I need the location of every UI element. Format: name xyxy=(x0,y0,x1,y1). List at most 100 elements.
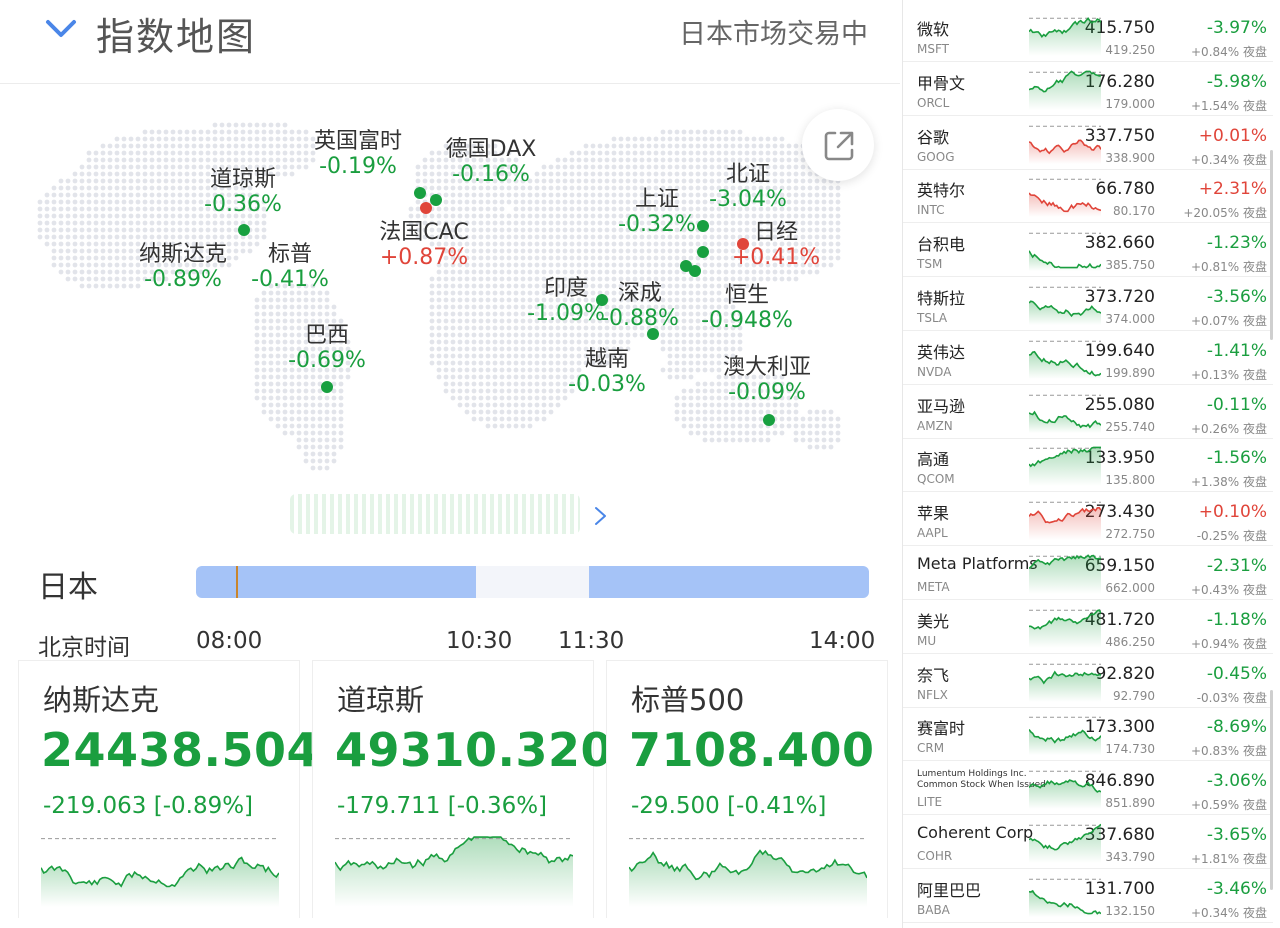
map-label-5[interactable]: 法国CAC +0.87% xyxy=(379,220,468,270)
map-marker[interactable] xyxy=(763,414,775,426)
stock-row[interactable]: Coherent Corp COHR 337.680 -3.65% 343.790 +1.… xyxy=(903,815,1273,869)
map-label-change: -1.09% xyxy=(527,300,605,326)
chevron-down-icon[interactable] xyxy=(44,14,78,44)
stock-change: -2.31% xyxy=(1206,556,1267,576)
map-label-1[interactable]: 德国DAX -0.16% xyxy=(446,137,537,187)
stock-row[interactable]: 英伟达 NVDA 199.640 -1.41% 199.890 +0.13% 夜盘 xyxy=(903,331,1273,385)
map-label-6[interactable]: 北证 -3.04% xyxy=(709,162,787,212)
index-card[interactable]: 标普500 7108.400 -29.500 [-0.41%] xyxy=(606,660,888,918)
stock-row[interactable]: 甲骨文 ORCL 176.280 -5.98% 179.000 +1.54% 夜盘 xyxy=(903,62,1273,116)
stock-after-hours: +0.84% 夜盘 xyxy=(1191,45,1267,59)
session-region: 日本 xyxy=(38,570,98,605)
map-label-3[interactable]: 纳斯达克 -0.89% xyxy=(139,242,227,292)
stock-after-hours: +0.94% 夜盘 xyxy=(1191,636,1267,651)
map-label-12[interactable]: 巴西 -0.69% xyxy=(288,323,366,373)
map-label-7[interactable]: 上证 -0.32% xyxy=(618,187,696,237)
stock-row[interactable]: 阿里巴巴 BABA 131.700 -3.46% 132.150 +0.34% 夜盘 xyxy=(903,869,1273,923)
stock-sparkline xyxy=(1029,340,1101,379)
map-label-9[interactable]: 印度 -1.09% xyxy=(527,276,605,326)
map-label-14[interactable]: 澳大利亚 -0.09% xyxy=(723,355,811,405)
stock-change: -0.45% xyxy=(1206,663,1267,684)
stock-row[interactable]: 赛富时 CRM 173.300 -8.69% 174.730 +0.83% 夜盘 xyxy=(903,707,1273,762)
stock-row[interactable]: 英特尔 INTC 66.780 +2.31% 80.170 +20.05% 夜盘 xyxy=(903,169,1273,224)
scrollbar[interactable] xyxy=(1270,150,1273,340)
map-label-13[interactable]: 越南 -0.03% xyxy=(568,347,646,397)
stock-prev-close: 174.730 xyxy=(1105,742,1155,757)
map-marker[interactable] xyxy=(596,294,608,306)
share-button[interactable] xyxy=(802,109,874,181)
stock-name: 甲骨文 xyxy=(917,73,966,93)
map-label-change: -0.36% xyxy=(204,191,282,217)
stock-after-hours: +0.34% 夜盘 xyxy=(1191,905,1267,920)
stock-ticker: MU xyxy=(917,633,937,648)
stock-after-hours: +0.07% 夜盘 xyxy=(1191,314,1267,328)
page-title: 指数地图 xyxy=(96,15,257,59)
stock-sparkline xyxy=(1029,394,1101,433)
stock-change: -5.98% xyxy=(1206,71,1267,92)
stock-price: 66.780 xyxy=(1095,179,1155,200)
map-marker[interactable] xyxy=(697,220,709,232)
stock-change: -3.97% xyxy=(1206,18,1267,38)
stock-change: -1.41% xyxy=(1206,340,1267,361)
index-card[interactable]: 纳斯达克 24438.504 -219.063 [-0.89%] xyxy=(18,660,319,918)
stock-name: 苹果 xyxy=(917,504,950,524)
stock-sparkline xyxy=(1029,232,1101,272)
stock-row[interactable]: 苹果 AAPL 273.430 +0.10% 272.750 -0.25% 夜盘 xyxy=(903,492,1273,547)
stock-ticker: NFLX xyxy=(917,687,948,702)
index-map-panel: 指数地图 日本市场交易中 英国富时 -0.19% 德国DAX -0.16% 道琼斯 -0.… xyxy=(0,0,900,928)
map-marker[interactable] xyxy=(647,328,659,340)
map-marker[interactable] xyxy=(321,381,333,393)
stock-row[interactable]: 高通 QCOM 133.950 -1.56% 135.800 +1.38% 夜盘 xyxy=(903,438,1273,493)
map-page-indicator xyxy=(290,494,580,534)
stock-row[interactable]: Lumentum Holdings Inc. Common Stock When … xyxy=(903,761,1273,816)
stock-change: -3.46% xyxy=(1206,878,1267,899)
stock-row[interactable]: 台积电 TSM 382.660 -1.23% 385.750 +0.81% 夜盘 xyxy=(903,223,1273,278)
map-label-4[interactable]: 标普 -0.41% xyxy=(251,242,329,292)
stock-row[interactable]: 谷歌 GOOG 337.750 +0.01% 338.900 +0.34% 夜盘 xyxy=(903,116,1273,170)
stock-ticker: MSFT xyxy=(917,42,949,56)
index-name: 纳斯达克 xyxy=(43,683,160,717)
map-marker[interactable] xyxy=(737,238,749,250)
stock-name: 阿里巴巴 xyxy=(917,880,982,900)
map-label-change: -0.16% xyxy=(452,161,530,187)
chevron-right-icon[interactable] xyxy=(590,504,612,528)
stock-name-line: Lumentum Holdings Inc. xyxy=(917,769,1027,780)
map-marker[interactable] xyxy=(689,265,701,277)
stock-row[interactable]: 奈飞 NFLX 92.820 -0.45% 92.790 -0.03% 夜盘 xyxy=(903,654,1273,708)
stock-name: 特斯拉 xyxy=(917,289,966,308)
stock-row[interactable]: 美光 MU 481.720 -1.18% 486.250 +0.94% 夜盘 xyxy=(903,600,1273,654)
time-zone-label: 北京时间 xyxy=(38,635,130,661)
map-label-name: 北证 xyxy=(725,162,771,187)
stock-row[interactable]: 微软 MSFT 415.750 -3.97% 419.250 +0.84% 夜盘 xyxy=(903,8,1273,62)
lunch-break xyxy=(476,566,589,598)
stock-after-hours: +0.81% 夜盘 xyxy=(1191,260,1267,275)
map-label-name: 标普 xyxy=(267,242,313,267)
stock-after-hours: +20.05% 夜盘 xyxy=(1183,206,1267,221)
stock-name: 高通 xyxy=(917,450,950,470)
index-card[interactable]: 道琼斯 49310.320 -179.711 [-0.36%] xyxy=(312,660,613,918)
map-marker[interactable] xyxy=(238,224,250,236)
stock-sparkline xyxy=(1029,554,1101,594)
stock-prev-close: 135.800 xyxy=(1105,473,1155,488)
stock-change: -3.65% xyxy=(1206,825,1267,845)
stock-row[interactable]: Meta Platforms META 659.150 -2.31% 662.000 +0… xyxy=(903,546,1273,600)
map-label-0[interactable]: 英国富时 -0.19% xyxy=(314,129,402,179)
map-label-name: 印度 xyxy=(543,276,589,301)
map-marker[interactable] xyxy=(697,246,709,258)
map-label-10[interactable]: 深成 -0.88% xyxy=(601,281,679,331)
scrollbar-lower[interactable] xyxy=(1270,690,1273,890)
stock-row[interactable]: 亚马逊 AMZN 255.080 -0.11% 255.740 +0.26% 夜盘 xyxy=(903,385,1273,439)
map-marker[interactable] xyxy=(420,202,432,214)
map-label-2[interactable]: 道琼斯 -0.36% xyxy=(204,167,282,217)
stock-sparkline xyxy=(1029,770,1101,810)
stock-ticker: CRM xyxy=(917,741,945,756)
stock-row[interactable]: 特斯拉 TSLA 373.720 -3.56% 374.000 +0.07% 夜盘 xyxy=(903,277,1273,331)
map-label-name: 恒生 xyxy=(724,283,770,308)
stock-name: 微软 xyxy=(917,20,950,39)
map-marker[interactable] xyxy=(414,187,426,199)
map-marker[interactable] xyxy=(430,194,442,206)
time-label-break-end: 11:30 xyxy=(558,628,625,654)
stock-change: +0.10% xyxy=(1198,502,1267,523)
map-label-11[interactable]: 恒生 -0.948% xyxy=(701,283,793,333)
map-label-change: -0.32% xyxy=(618,211,696,237)
